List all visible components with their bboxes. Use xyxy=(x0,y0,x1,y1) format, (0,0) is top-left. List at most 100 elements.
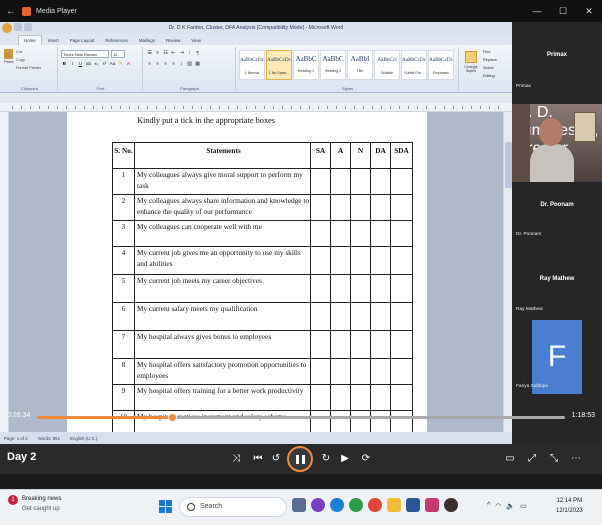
style-card[interactable]: AaBbCcDc Emphasis xyxy=(428,50,454,80)
edge-icon[interactable] xyxy=(330,498,344,512)
style-card[interactable]: AaBbC Heading 1 xyxy=(293,50,319,80)
style-card[interactable]: AaBbCcDc 1 No Spaci... xyxy=(266,50,292,80)
tick-box-sda[interactable] xyxy=(390,194,413,221)
underline-icon[interactable]: U xyxy=(77,61,84,68)
tick-box-a[interactable] xyxy=(330,246,351,275)
tick-box-a[interactable] xyxy=(330,220,351,247)
align-left-icon[interactable]: ≡ xyxy=(146,61,153,68)
scrollbar-thumb[interactable] xyxy=(505,142,512,188)
cut-button[interactable]: Cut xyxy=(16,50,22,54)
tick-box-sda[interactable] xyxy=(390,302,413,331)
tick-box-sda[interactable] xyxy=(390,220,413,247)
shading-icon[interactable]: ▧ xyxy=(186,61,193,68)
tab-home[interactable]: Home xyxy=(18,35,42,45)
volume-icon[interactable]: 🔈 xyxy=(506,502,515,510)
tick-box-da[interactable] xyxy=(370,194,391,221)
document-scrollbar[interactable] xyxy=(503,112,512,432)
strikethrough-icon[interactable]: ab xyxy=(85,61,92,68)
tick-box-a[interactable] xyxy=(330,168,351,195)
tick-box-sa[interactable] xyxy=(310,384,331,411)
show-formatting-icon[interactable]: ¶ xyxy=(194,50,201,57)
tick-box-da[interactable] xyxy=(370,330,391,359)
tick-box-a[interactable] xyxy=(330,358,351,385)
chrome-icon[interactable] xyxy=(368,498,382,512)
tick-box-da[interactable] xyxy=(370,274,391,303)
line-spacing-icon[interactable]: ↨ xyxy=(178,61,185,68)
subscript-icon[interactable]: x₂ xyxy=(93,61,100,68)
tick-box-n[interactable] xyxy=(350,384,371,411)
fullscreen-icon[interactable]: ⤢ xyxy=(524,451,540,467)
tab-view[interactable]: View xyxy=(186,36,205,45)
paste-button[interactable]: Paste xyxy=(4,49,14,71)
format-painter-button[interactable]: Format Painter xyxy=(16,66,41,70)
change-case-icon[interactable]: Aa xyxy=(109,61,116,68)
tick-box-sda[interactable] xyxy=(390,384,413,411)
close-button[interactable]: ✕ xyxy=(576,0,602,22)
tick-box-sda[interactable] xyxy=(390,246,413,275)
bold-icon[interactable]: B xyxy=(61,61,68,68)
horizontal-ruler[interactable] xyxy=(0,103,512,112)
tick-box-sa[interactable] xyxy=(310,302,331,331)
taskbar-search[interactable]: Search xyxy=(179,497,287,517)
style-card[interactable]: AaBbCcl Subtitle xyxy=(374,50,400,80)
tick-box-a[interactable] xyxy=(330,330,351,359)
maximize-button[interactable]: ☐ xyxy=(550,0,576,22)
sort-icon[interactable]: ↕ xyxy=(186,50,193,57)
replace-button[interactable]: Replace xyxy=(483,58,507,62)
participant-tile-poonam[interactable]: Dr. Poonam Dr. Poonam xyxy=(512,184,602,254)
vertical-ruler[interactable] xyxy=(0,112,9,432)
tick-box-sa[interactable] xyxy=(310,274,331,303)
windows-start-icon[interactable] xyxy=(159,500,172,513)
more-options-icon[interactable]: ⋯ xyxy=(568,451,584,467)
select-button[interactable]: Select xyxy=(483,66,507,70)
document-page[interactable]: Kindly put a tick in the appropriate box… xyxy=(67,112,427,432)
language-indicator[interactable]: English (U.S.) xyxy=(70,436,97,441)
cast-icon[interactable]: ⤡ xyxy=(546,451,562,467)
tick-box-sda[interactable] xyxy=(390,330,413,359)
tick-box-sa[interactable] xyxy=(310,194,331,221)
highlight-icon[interactable]: ✎ xyxy=(117,61,124,68)
style-card[interactable]: AaBbI Title xyxy=(347,50,373,80)
back-arrow-icon[interactable]: ← xyxy=(0,6,22,17)
tab-insert[interactable]: Insert xyxy=(43,36,64,45)
tick-box-sda[interactable] xyxy=(390,168,413,195)
tick-box-n[interactable] xyxy=(350,220,371,247)
copy-button[interactable]: Copy xyxy=(16,58,25,62)
tick-box-n[interactable] xyxy=(350,358,371,385)
tab-page-layout[interactable]: Page Layout xyxy=(65,36,100,45)
seek-bar-handle[interactable] xyxy=(167,413,177,422)
tick-box-da[interactable] xyxy=(370,246,391,275)
previous-icon[interactable]: ⏮ xyxy=(250,451,266,467)
tick-box-da[interactable] xyxy=(370,384,391,411)
tick-box-a[interactable] xyxy=(330,194,351,221)
participant-tile-primax[interactable]: Primax Primax xyxy=(512,22,602,102)
tick-box-n[interactable] xyxy=(350,194,371,221)
tick-box-n[interactable] xyxy=(350,274,371,303)
italic-icon[interactable]: I xyxy=(69,61,76,68)
page-count[interactable]: Page: 1 of 2 xyxy=(4,436,28,441)
folder-icon[interactable] xyxy=(387,498,401,512)
media-player-icon[interactable] xyxy=(444,498,458,512)
decrease-indent-icon[interactable]: ⇤ xyxy=(170,50,177,57)
word-icon[interactable] xyxy=(406,498,420,512)
style-card[interactable]: AaBbC Heading 2 xyxy=(320,50,346,80)
save-icon[interactable] xyxy=(14,23,22,31)
miniplayer-icon[interactable]: ▭ xyxy=(502,451,518,467)
repeat-icon[interactable]: ⟳ xyxy=(358,451,374,467)
word-count[interactable]: Words: 851 xyxy=(38,436,60,441)
tick-box-sa[interactable] xyxy=(310,246,331,275)
superscript-icon[interactable]: x² xyxy=(101,61,108,68)
change-styles-button[interactable]: Change Styles xyxy=(460,47,482,92)
align-right-icon[interactable]: ≡ xyxy=(162,61,169,68)
tick-box-da[interactable] xyxy=(370,302,391,331)
office-button-icon[interactable] xyxy=(2,23,12,33)
file-explorer-icon[interactable] xyxy=(292,498,306,512)
style-card[interactable]: AaBbCcDc Subtle Em... xyxy=(401,50,427,80)
numbering-icon[interactable]: ≡ xyxy=(154,50,161,57)
tab-review[interactable]: Review xyxy=(161,36,185,45)
increase-indent-icon[interactable]: ⇥ xyxy=(178,50,185,57)
tick-box-n[interactable] xyxy=(350,330,371,359)
tab-references[interactable]: References xyxy=(100,36,132,45)
tick-box-da[interactable] xyxy=(370,358,391,385)
align-center-icon[interactable]: ≡ xyxy=(154,61,161,68)
